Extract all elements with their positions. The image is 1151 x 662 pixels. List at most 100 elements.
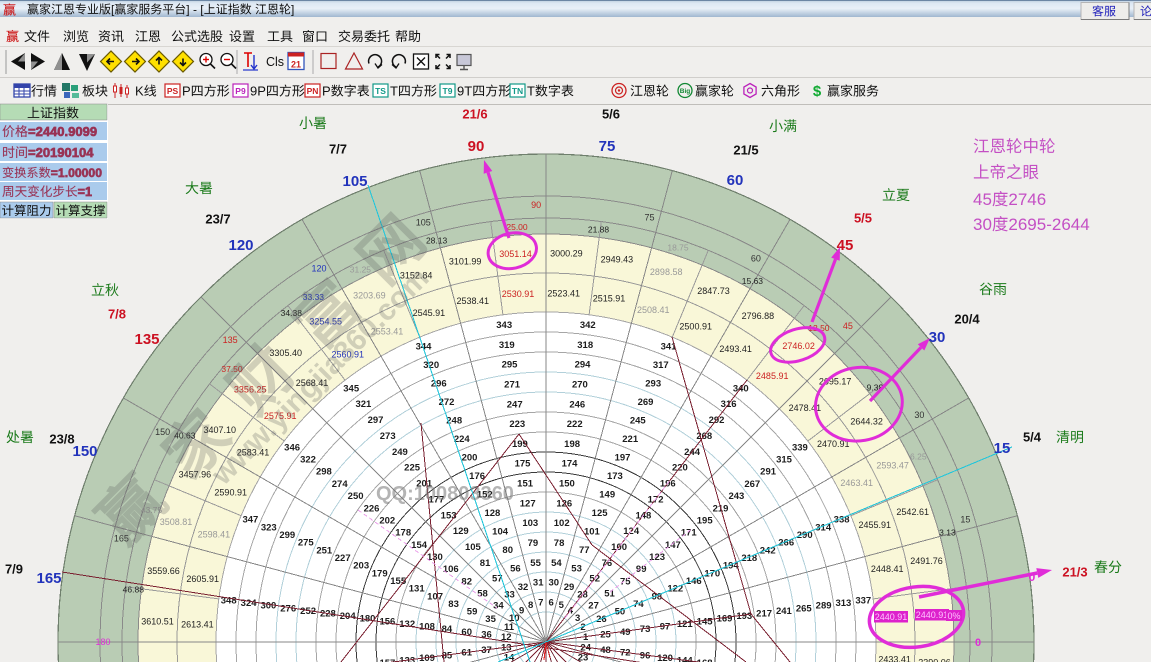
svg-text:15.63: 15.63 [742, 276, 764, 286]
svg-text:27: 27 [588, 601, 599, 612]
svg-text:225: 225 [404, 463, 421, 474]
svg-text:=1: =1 [78, 185, 92, 199]
svg-text:81: 81 [480, 558, 491, 569]
svg-text:9P: 9P [250, 84, 266, 99]
svg-text:0: 0 [975, 637, 981, 649]
svg-text:271: 271 [504, 379, 521, 390]
svg-text:3000.29: 3000.29 [550, 249, 583, 259]
svg-text:317: 317 [653, 360, 669, 371]
svg-text:18.75: 18.75 [667, 243, 689, 253]
svg-text:25: 25 [600, 629, 611, 640]
svg-text:28.13: 28.13 [426, 236, 448, 246]
svg-text:251: 251 [316, 545, 333, 556]
svg-text:127: 127 [520, 498, 536, 509]
svg-text:55: 55 [530, 558, 541, 569]
svg-text:107: 107 [427, 591, 443, 602]
svg-text:180: 180 [95, 637, 110, 647]
svg-text:9: 9 [519, 606, 524, 617]
svg-text:31.25: 31.25 [350, 265, 372, 275]
svg-text:2500.91: 2500.91 [679, 322, 712, 332]
svg-text:315: 315 [776, 455, 793, 466]
svg-text:90: 90 [531, 200, 541, 210]
svg-text:178: 178 [395, 528, 411, 539]
svg-text:104: 104 [492, 526, 509, 537]
svg-text:2644.32: 2644.32 [850, 417, 883, 427]
svg-text:56: 56 [510, 563, 521, 574]
svg-text:274: 274 [332, 479, 349, 490]
svg-text:3: 3 [575, 613, 580, 624]
svg-text:243: 243 [728, 491, 744, 502]
svg-text:32: 32 [518, 582, 529, 593]
svg-text:224: 224 [454, 434, 471, 445]
svg-text:145: 145 [697, 616, 714, 627]
svg-text:150: 150 [72, 443, 97, 460]
svg-text:337: 337 [855, 595, 871, 606]
svg-text:294: 294 [575, 360, 592, 371]
svg-text:23/7: 23/7 [205, 212, 230, 227]
svg-text:195: 195 [697, 515, 714, 526]
svg-text:297: 297 [368, 415, 384, 426]
svg-text:149: 149 [599, 489, 615, 500]
svg-text:53: 53 [571, 563, 582, 574]
svg-text:TS: TS [375, 86, 386, 96]
svg-text:2545.91: 2545.91 [413, 308, 446, 318]
svg-text:123: 123 [649, 552, 665, 563]
svg-text:3051.14: 3051.14 [499, 249, 532, 259]
svg-text:125: 125 [592, 508, 609, 519]
svg-text:128: 128 [484, 508, 500, 519]
svg-text:K: K [135, 84, 144, 99]
svg-text:23/8: 23/8 [49, 432, 74, 447]
svg-text:2523.41: 2523.41 [547, 288, 580, 298]
svg-text:169: 169 [717, 614, 733, 625]
svg-text:T: T [527, 84, 535, 99]
svg-text:135: 135 [134, 331, 159, 348]
svg-text:322: 322 [300, 455, 316, 466]
svg-text:126: 126 [556, 498, 572, 509]
svg-text:79: 79 [528, 538, 539, 549]
svg-text:153: 153 [441, 510, 457, 521]
svg-text:2538.41: 2538.41 [457, 296, 490, 306]
svg-text:2493.41: 2493.41 [719, 344, 752, 354]
svg-text:147: 147 [665, 540, 681, 551]
svg-text:175: 175 [515, 459, 532, 470]
svg-text:29: 29 [564, 582, 575, 593]
svg-text:174: 174 [562, 459, 579, 470]
svg-text:241: 241 [776, 606, 793, 617]
svg-text:83: 83 [448, 599, 459, 610]
svg-text:289: 289 [816, 601, 832, 612]
svg-text:6: 6 [549, 598, 554, 609]
svg-text:60: 60 [751, 254, 761, 264]
svg-text:244: 244 [684, 447, 701, 458]
svg-text:5/5: 5/5 [854, 211, 872, 226]
svg-text:2593.47: 2593.47 [876, 460, 909, 470]
svg-text:275: 275 [298, 538, 315, 549]
svg-text:0: 0 [1029, 570, 1036, 584]
svg-text:343: 343 [496, 320, 512, 331]
svg-text:TN: TN [512, 86, 523, 96]
svg-text:20/4: 20/4 [954, 312, 980, 327]
svg-text:173: 173 [607, 471, 623, 482]
svg-text:21/3: 21/3 [1062, 565, 1087, 580]
svg-text:102: 102 [554, 518, 570, 529]
svg-text:99: 99 [636, 564, 647, 575]
svg-text:=1.00000: =1.00000 [51, 166, 102, 180]
svg-text:154: 154 [411, 540, 428, 551]
svg-text:21: 21 [291, 60, 301, 70]
svg-text:346: 346 [284, 442, 300, 453]
svg-text:200: 200 [462, 452, 478, 463]
svg-text:342: 342 [580, 320, 596, 331]
svg-text:249: 249 [392, 447, 408, 458]
svg-text:Cls: Cls [266, 55, 284, 69]
svg-text:30: 30 [914, 410, 924, 420]
svg-text:345: 345 [343, 383, 360, 394]
svg-text:73: 73 [640, 624, 651, 635]
svg-text:2455.91: 2455.91 [859, 520, 892, 530]
svg-text:2613.41: 2613.41 [181, 619, 214, 629]
svg-text:2530.91: 2530.91 [502, 289, 535, 299]
svg-text:106: 106 [443, 564, 459, 575]
svg-text:246: 246 [569, 399, 585, 410]
svg-text:168: 168 [697, 658, 713, 662]
svg-text:101: 101 [584, 526, 601, 537]
svg-text:58: 58 [477, 589, 488, 600]
svg-text:54: 54 [551, 558, 562, 569]
